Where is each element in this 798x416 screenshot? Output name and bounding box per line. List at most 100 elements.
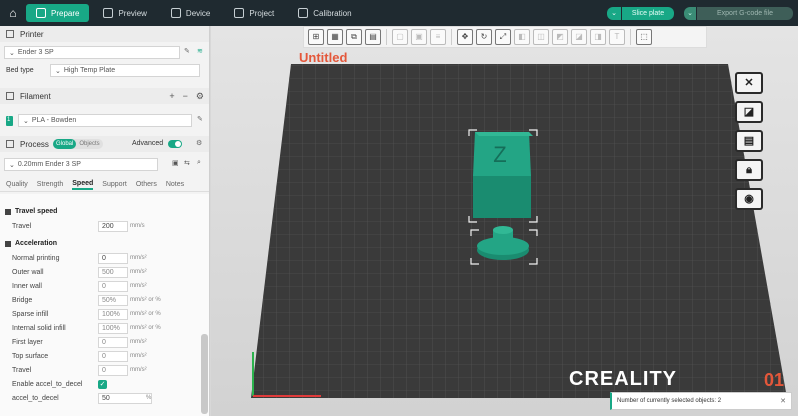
travel-speed-group: Travel speed	[5, 208, 57, 215]
accel-input[interactable]: 50%	[98, 295, 128, 306]
color-paint-icon[interactable]: ◨	[590, 29, 606, 45]
group-title: Acceleration	[15, 240, 58, 247]
arrange-plate-icon[interactable]: ▤	[735, 130, 763, 152]
group-title: Travel speed	[15, 208, 58, 215]
enable-accel-checkbox[interactable]: ✓	[98, 380, 107, 389]
split-parts-icon[interactable]: ▣	[411, 29, 427, 45]
slice-dropdown-chevron-icon[interactable]: ⌄	[607, 7, 621, 20]
gear-icon[interactable]: ⚙	[196, 91, 204, 102]
bed-type-label: Bed type	[6, 67, 34, 74]
gear-icon[interactable]: ⚙	[196, 139, 202, 147]
accel-input[interactable]: 500	[98, 267, 128, 278]
remove-icon[interactable]: −	[183, 91, 188, 101]
tab-label: Device	[185, 8, 211, 18]
toggle-global[interactable]: Global	[53, 139, 77, 149]
travel-speed-input[interactable]: 200	[98, 221, 128, 232]
project-icon	[234, 8, 245, 18]
tab-label: Project	[249, 8, 275, 18]
printer-select[interactable]: ⌄ Ender 3 SP	[4, 46, 180, 59]
lock-icon[interactable]: 🔒︎	[735, 159, 763, 181]
accel-input[interactable]: 0	[98, 365, 128, 376]
export-dropdown-chevron-icon[interactable]: ⌄	[684, 7, 696, 20]
slice-group: ⌄ Slice plate	[607, 7, 674, 20]
accel-label: Normal printing	[12, 255, 60, 262]
home-icon[interactable]: ⌂	[4, 4, 22, 22]
tab-notes[interactable]: Notes	[166, 181, 184, 188]
unit: mm/s²	[130, 283, 147, 289]
plate-number: 01	[764, 370, 785, 390]
preview-icon	[103, 8, 114, 18]
eye-icon[interactable]: ◉	[735, 188, 763, 210]
move-icon[interactable]: ✥	[457, 29, 473, 45]
speed-settings: Travel speed Travel 200 mm/s Acceleratio…	[0, 194, 209, 416]
assembly-view-icon[interactable]: ⬚	[636, 29, 652, 45]
filament-slot-number: 1	[7, 117, 11, 123]
add-icon[interactable]: +	[169, 91, 174, 101]
edit-icon[interactable]: ✎	[197, 115, 203, 123]
accel-input[interactable]: 0	[98, 337, 128, 348]
close-icon[interactable]: ✕	[735, 72, 763, 94]
filament-select[interactable]: ⌄ PLA - Bowden	[18, 114, 192, 127]
process-preset-select[interactable]: ⌄ 0.20mm Ender 3 SP	[4, 158, 158, 171]
auto-orient-icon[interactable]: ◪	[735, 101, 763, 123]
tab-speed[interactable]: Speed	[72, 180, 94, 190]
tab-quality[interactable]: Quality	[6, 181, 28, 188]
save-icon[interactable]: ▣	[172, 159, 179, 167]
wifi-icon[interactable]: ≋	[197, 47, 203, 55]
slice-plate-button[interactable]: Slice plate	[622, 7, 674, 20]
layers-icon[interactable]: ≡	[430, 29, 446, 45]
tab-calibration[interactable]: Calibration	[288, 4, 361, 22]
split-icon[interactable]: ▢	[392, 29, 408, 45]
seam-paint-icon[interactable]: ◪	[571, 29, 587, 45]
filament-icon	[6, 92, 14, 100]
accel-input[interactable]: 0	[98, 281, 128, 292]
enable-accel-label: Enable accel_to_decel	[12, 381, 83, 388]
filament-name: PLA - Bowden	[31, 117, 77, 124]
accel-to-decel-input[interactable]: 50	[98, 393, 152, 404]
3d-viewport[interactable]: Z ⊞ ▦ ⧉ ▤ ▢ ▣ ≡ ✥ ↻ ⤢ ◧ ◫ ◩ ◪ ◨ T ⬚ Unti…	[211, 26, 798, 416]
plate-title[interactable]: Untitled	[299, 50, 347, 65]
tab-project[interactable]: Project	[224, 4, 284, 22]
advanced-switch[interactable]	[168, 140, 182, 148]
rotate-icon[interactable]: ↻	[476, 29, 492, 45]
tab-strength[interactable]: Strength	[37, 181, 63, 188]
add-object-icon[interactable]: ⊞	[308, 29, 324, 45]
export-gcode-button[interactable]: Export G-code file	[697, 7, 793, 20]
tab-preview[interactable]: Preview	[93, 4, 156, 22]
chevron-down-icon: ⌄	[9, 49, 15, 57]
global-objects-toggle[interactable]: Global Objects	[53, 139, 103, 149]
support-paint-icon[interactable]: ◩	[552, 29, 568, 45]
tab-prepare[interactable]: Prepare	[26, 4, 90, 22]
tab-support[interactable]: Support	[102, 181, 127, 188]
device-icon	[170, 8, 181, 18]
orient-icon[interactable]: ⧉	[346, 29, 362, 45]
unit: mm/s	[130, 223, 145, 229]
lay-on-face-icon[interactable]: ◧	[514, 29, 530, 45]
search-icon[interactable]: ⌕	[197, 159, 201, 167]
tab-others[interactable]: Others	[136, 181, 157, 188]
model-letter: Z	[493, 142, 506, 167]
top-bar: ⌂ Prepare Preview Device Project Calibra…	[0, 0, 798, 26]
add-plate-icon[interactable]: ▦	[327, 29, 343, 45]
settings-scrollbar[interactable]	[201, 334, 208, 414]
tab-device[interactable]: Device	[161, 4, 220, 22]
text-icon[interactable]: T	[609, 29, 625, 45]
edit-icon[interactable]: ✎	[184, 47, 190, 55]
unit: mm/s²	[130, 255, 147, 261]
accel-input[interactable]: 100%	[98, 323, 128, 334]
build-plate-scene: Z	[251, 64, 787, 398]
arrange-icon[interactable]: ▤	[365, 29, 381, 45]
compare-icon[interactable]: ⇆	[184, 159, 190, 167]
bed-type-select[interactable]: ⌄ High Temp Plate	[50, 64, 200, 77]
printer-section-header: Printer	[0, 26, 209, 42]
accel-input[interactable]: 0	[98, 351, 128, 362]
unit: %	[146, 395, 152, 401]
accel-input[interactable]: 0	[98, 253, 128, 264]
toggle-objects[interactable]: Objects	[76, 139, 102, 149]
brand-logo: CREALITY	[569, 368, 677, 390]
accel-to-decel-label: accel_to_decel	[12, 395, 59, 402]
cut-icon[interactable]: ◫	[533, 29, 549, 45]
scale-icon[interactable]: ⤢	[495, 29, 511, 45]
accel-input[interactable]: 100%	[98, 309, 128, 320]
close-icon[interactable]: ✕	[780, 397, 786, 405]
